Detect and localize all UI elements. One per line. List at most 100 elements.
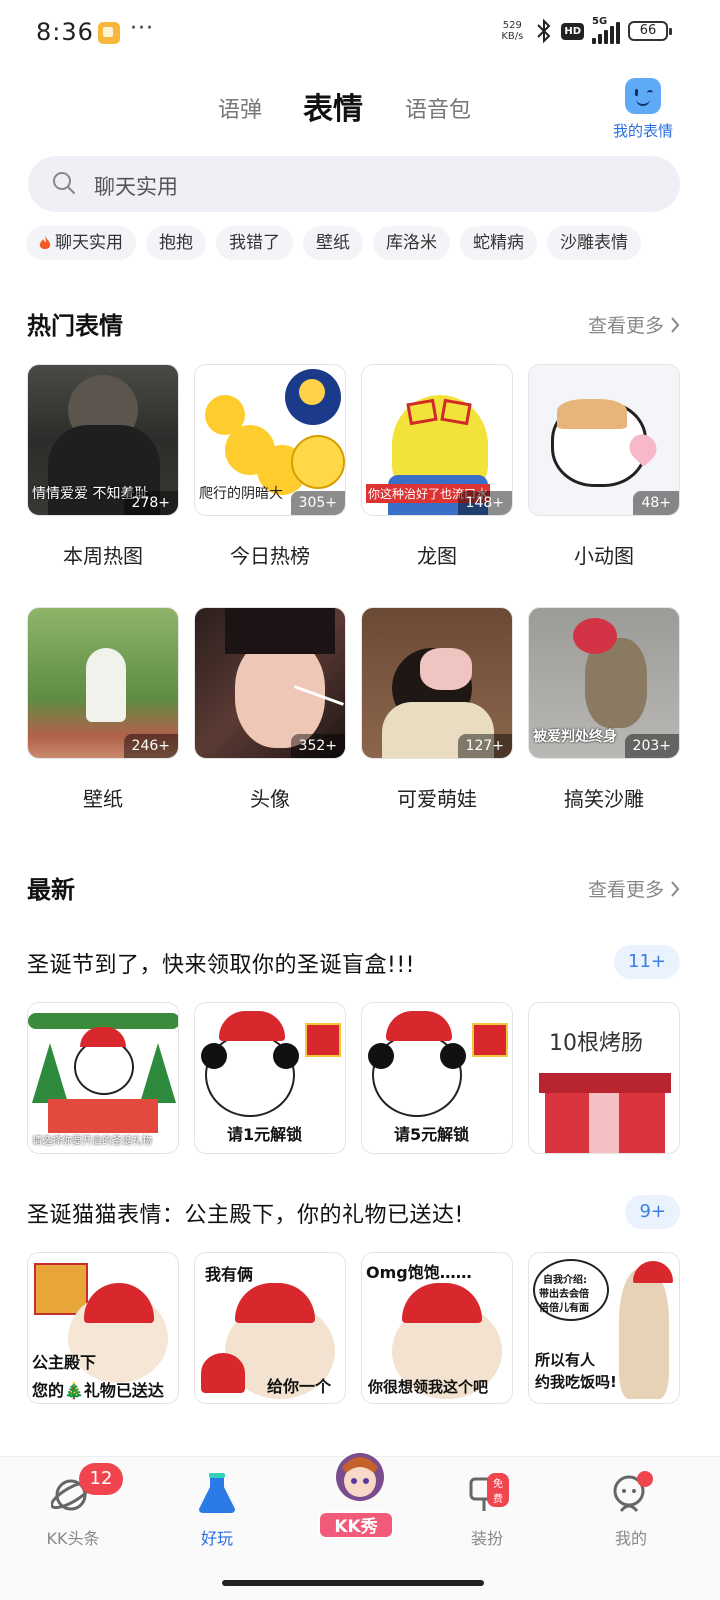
nav-kk-show[interactable] — [305, 1447, 415, 1513]
thumb-image: 48+ — [528, 364, 680, 516]
count-badge: 48+ — [633, 491, 679, 515]
chip-wallpaper[interactable]: 壁纸 — [303, 226, 363, 260]
album-title[interactable]: 圣诞猫猫表情：公主殿下，你的礼物已送达! — [27, 1197, 464, 1229]
see-more-label: 查看更多 — [587, 879, 664, 901]
my-stickers-label: 我的表情 — [612, 122, 673, 140]
hd-icon: HD — [561, 22, 584, 40]
chip-kuromi[interactable]: 库洛米 — [373, 226, 450, 260]
notes-app-icon — [98, 22, 120, 44]
thumb-image: 127+ — [361, 607, 513, 759]
status-indicators: 529 KB/s HD 5G 66 — [497, 16, 672, 44]
tag-chips: 聊天实用 抱抱 我错了 壁纸 库洛米 蛇精病 沙雕表情 — [26, 226, 641, 260]
hot-item-dragon[interactable]: 你这种治好了也流口水 148+ 龙图 — [361, 364, 513, 569]
bottom-nav: 12 KK头条 好玩 KK秀 免费 装扮 我的 — [0, 1453, 720, 1600]
latest-section-title: 最新 — [27, 876, 75, 904]
tab-danmu[interactable]: 语弹 — [218, 92, 262, 124]
search-icon — [53, 172, 75, 194]
sticker-item[interactable]: 自我介绍: 带出去会倍 倍倍儿有面 所以有人 约我吃饭吗! — [528, 1252, 680, 1404]
status-time: 8:36 — [36, 18, 94, 46]
nav-kk-headlines[interactable]: 12 KK头条 — [18, 1463, 128, 1549]
kk-show-label[interactable]: KK秀 — [318, 1511, 394, 1539]
sticker-item[interactable]: 10根烤肠 — [528, 1002, 680, 1154]
nav-label: 好玩 — [200, 1529, 233, 1548]
nav-profile[interactable]: 我的 — [576, 1471, 686, 1549]
home-indicator[interactable] — [222, 1580, 484, 1586]
count-badge: 352+ — [290, 734, 345, 758]
sticker-caption: 你很想领我这个吧 — [368, 1378, 489, 1396]
sticker-caption: 约我吃饭吗! — [535, 1373, 617, 1391]
nav-dress-up[interactable]: 免费 装扮 — [432, 1471, 542, 1549]
hot-item-avatar[interactable]: 352+ 头像 — [194, 607, 346, 812]
album-title[interactable]: 圣诞节到了，快来领取你的圣诞盲盒!!! — [27, 947, 415, 979]
sticker-item[interactable]: Omg饱饱…… 你很想领我这个吧 — [361, 1252, 513, 1404]
hot-item-cute-baby[interactable]: 127+ 可爱萌娃 — [361, 607, 513, 812]
avatar-character-icon — [328, 1447, 392, 1513]
thumb-image: 爬行的阴暗大 305+ — [194, 364, 346, 516]
sticker-caption: 自我介绍: — [543, 1275, 587, 1286]
search-input[interactable]: 聊天实用 — [28, 156, 680, 212]
thumb-image: 你这种治好了也流口水 148+ — [361, 364, 513, 516]
nav-label: 我的 — [614, 1529, 647, 1548]
hot-item-funny[interactable]: 被爱判处终身 203+ 搞笑沙雕 — [528, 607, 680, 812]
status-bar: 8:36 ··· 529 KB/s HD 5G 66 — [0, 0, 720, 66]
flask-icon — [195, 1471, 239, 1515]
search-placeholder: 聊天实用 — [94, 175, 178, 199]
chevron-right-icon — [671, 316, 680, 333]
cell-label: 壁纸 — [83, 787, 123, 811]
latest-see-more-link[interactable]: 查看更多 — [588, 875, 680, 902]
sticker-caption: 请1元解锁 — [227, 1125, 303, 1144]
sticker-caption: 您的🎄礼物已送达 — [32, 1381, 164, 1400]
network-type: 5G — [592, 16, 608, 27]
chip-funny[interactable]: 沙雕表情 — [547, 226, 641, 260]
net-speed: 529 KB/s — [497, 20, 527, 42]
hot-item-weekly[interactable]: 情情爱爱 不知羞耻 278+ 本周热图 — [27, 364, 179, 569]
cell-label: 今日热榜 — [230, 544, 310, 568]
chip-hug[interactable]: 抱抱 — [146, 226, 206, 260]
see-more-label: 查看更多 — [587, 315, 664, 337]
sticker-item[interactable]: 请选择你要开启的圣诞礼物 — [27, 1002, 179, 1154]
chip-crazy[interactable]: 蛇精病 — [460, 226, 537, 260]
chip-chat-useful[interactable]: 聊天实用 — [26, 226, 136, 260]
nav-label: 装扮 — [470, 1529, 503, 1548]
thumb-image: 情情爱爱 不知羞耻 278+ — [27, 364, 179, 516]
bluetooth-icon — [537, 18, 551, 44]
net-speed-unit: KB/s — [501, 31, 524, 42]
sticker-caption: 请5元解锁 — [394, 1125, 470, 1144]
hanger-icon: 免费 — [465, 1471, 509, 1515]
sticker-caption: 公主殿下 — [32, 1353, 97, 1372]
fire-icon — [39, 235, 51, 249]
cell-label: 头像 — [250, 787, 290, 811]
thumb-image: 246+ — [27, 607, 179, 759]
hot-item-wallpaper[interactable]: 246+ 壁纸 — [27, 607, 179, 812]
cell-label: 可爱萌娃 — [397, 787, 477, 811]
my-stickers-button[interactable]: 我的表情 — [598, 78, 688, 141]
hot-item-daily-rank[interactable]: 爬行的阴暗大 305+ 今日热榜 — [194, 364, 346, 569]
album-count-badge[interactable]: 11+ — [614, 945, 680, 979]
unread-dot — [637, 1471, 653, 1487]
hot-item-animated[interactable]: 48+ 小动图 — [528, 364, 680, 569]
nav-label: KK头条 — [46, 1529, 100, 1548]
sticker-caption: 所以有人 — [535, 1351, 596, 1369]
tab-stickers[interactable]: 表情 — [303, 84, 363, 128]
album-sticker-row: 请选择你要开启的圣诞礼物 请1元解锁 请5元解锁 10根烤肠 — [27, 1002, 680, 1154]
notification-badge: 12 — [79, 1463, 123, 1495]
battery-icon: 66 — [628, 21, 672, 41]
sticker-caption: 给你一个 — [267, 1377, 332, 1396]
smiley-icon — [625, 78, 661, 114]
sticker-item[interactable]: 请5元解锁 — [361, 1002, 513, 1154]
thumb-caption: 被爱判处终身 — [533, 729, 617, 745]
chip-sorry[interactable]: 我错了 — [216, 226, 293, 260]
sticker-item[interactable]: 我有俩 给你一个 — [194, 1252, 346, 1404]
sticker-item[interactable]: 公主殿下 您的🎄礼物已送达 — [27, 1252, 179, 1404]
nav-fun[interactable]: 好玩 — [162, 1471, 272, 1549]
cell-label: 小动图 — [574, 544, 634, 568]
tab-voice-pack[interactable]: 语音包 — [405, 92, 471, 124]
hot-see-more-link[interactable]: 查看更多 — [588, 311, 680, 338]
sticker-caption: 请选择你要开启的圣诞礼物 — [32, 1136, 152, 1147]
cell-label: 搞笑沙雕 — [564, 787, 644, 811]
hot-grid: 情情爱爱 不知羞耻 278+ 本周热图 爬行的阴暗大 305+ 今日热榜 你这种… — [27, 364, 681, 812]
album-sticker-row: 公主殿下 您的🎄礼物已送达 我有俩 给你一个 Omg饱饱…… 你很想领我这个吧 … — [27, 1252, 680, 1404]
sticker-item[interactable]: 请1元解锁 — [194, 1002, 346, 1154]
sticker-caption: 倍倍儿有面 — [539, 1303, 589, 1314]
album-count-badge[interactable]: 9+ — [625, 1195, 680, 1229]
